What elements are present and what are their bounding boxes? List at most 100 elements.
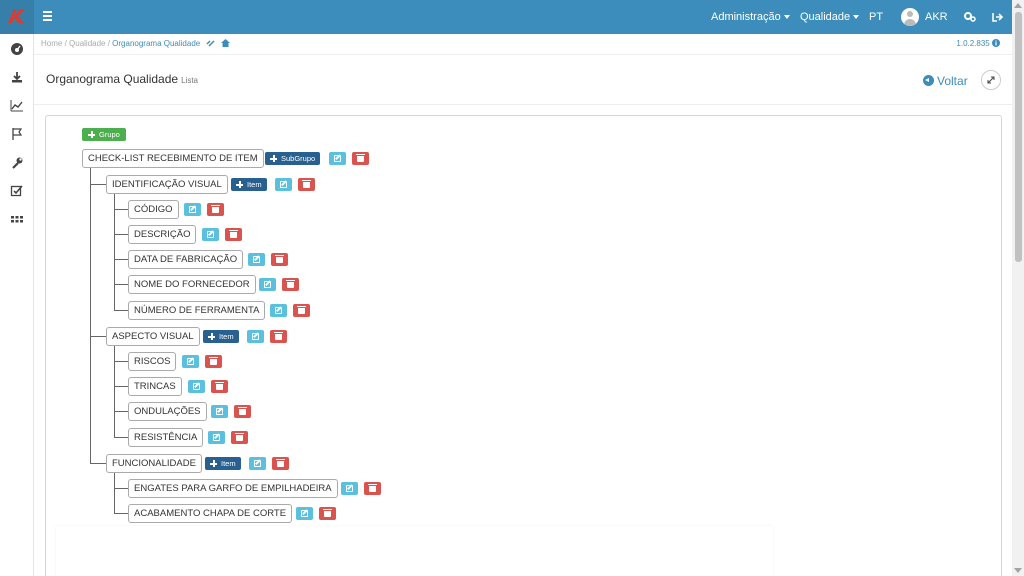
item-node[interactable]: DATA DE FABRICAÇÃO [128, 250, 244, 269]
trash-icon [368, 484, 377, 492]
add-item-button[interactable]: Item [231, 178, 267, 191]
add-item-label: Item [219, 332, 234, 341]
edit-button[interactable] [202, 228, 219, 241]
tree-connector [114, 209, 128, 210]
delete-button[interactable] [211, 380, 228, 393]
edit-button[interactable] [182, 355, 199, 368]
delete-button[interactable] [272, 457, 289, 470]
checkbox-icon[interactable] [10, 184, 24, 198]
logo-icon [8, 9, 26, 23]
page-title: Organograma Qualidade Lista [46, 72, 198, 86]
edit-button[interactable] [188, 380, 205, 393]
trash-icon [209, 357, 218, 365]
tree-connector [114, 193, 115, 310]
delete-button[interactable] [298, 178, 315, 191]
divider [34, 54, 1012, 55]
edit-button[interactable] [275, 178, 292, 191]
tree-connector [90, 184, 106, 185]
logo[interactable] [0, 0, 34, 34]
add-item-button[interactable]: Item [203, 330, 239, 343]
item-node[interactable]: TRINCAS [128, 377, 182, 396]
scroll-down-icon[interactable] [1014, 568, 1022, 573]
delete-button[interactable] [271, 253, 288, 266]
edit-button[interactable] [247, 330, 264, 343]
settings-gears-icon[interactable] [962, 0, 978, 34]
subgroup-node[interactable]: FUNCIONALIDADE [106, 454, 202, 473]
sidebar [0, 34, 34, 576]
delete-button[interactable] [225, 228, 242, 241]
edit-button[interactable] [329, 152, 346, 165]
tree-connector [114, 411, 128, 412]
line-chart-icon[interactable] [10, 99, 24, 113]
subgroup-node[interactable]: IDENTIFICAÇÃO VISUAL [106, 175, 228, 194]
scroll-up-icon[interactable] [1014, 3, 1022, 8]
edit-button[interactable] [208, 431, 225, 444]
tree-connector [114, 259, 128, 260]
download-icon[interactable] [10, 70, 24, 84]
item-node[interactable]: CÓDIGO [128, 200, 179, 219]
edit-button[interactable] [341, 482, 358, 495]
logout-icon[interactable] [990, 0, 1006, 34]
edit-button[interactable] [211, 405, 228, 418]
edit-button[interactable] [248, 253, 265, 266]
dashboard-icon[interactable] [10, 42, 24, 56]
delete-button[interactable] [352, 152, 369, 165]
link-icon[interactable] [206, 39, 215, 47]
edit-button[interactable] [270, 304, 287, 317]
back-button[interactable]: Voltar [923, 74, 968, 88]
wrench-icon[interactable] [10, 156, 24, 170]
delete-button[interactable] [364, 482, 381, 495]
edit-button[interactable] [249, 457, 266, 470]
add-group-button[interactable]: Grupo [82, 128, 126, 141]
item-node[interactable]: NÚMERO DE FERRAMENTA [128, 301, 266, 320]
add-item-label: Item [221, 459, 236, 468]
edit-icon [207, 231, 214, 238]
breadcrumb-separator: / [62, 39, 70, 48]
item-node[interactable]: ACABAMENTO CHAPA DE CORTE [128, 504, 293, 523]
edit-button[interactable] [184, 203, 201, 216]
add-item-button[interactable]: Item [205, 457, 241, 470]
root-node[interactable]: CHECK-LIST RECEBIMENTO DE ITEM [82, 149, 264, 168]
caret-down-icon [783, 15, 790, 20]
subgroup-node[interactable]: ASPECTO VISUAL [106, 327, 200, 346]
item-node[interactable]: RISCOS [128, 352, 177, 371]
item-node[interactable]: NOME DO FORNECEDOR [128, 275, 256, 294]
grid-icon[interactable] [10, 213, 24, 227]
delete-button[interactable] [207, 203, 224, 216]
delete-button[interactable] [234, 405, 251, 418]
hamburger-menu-icon[interactable] [43, 11, 52, 21]
delete-button[interactable] [231, 431, 248, 444]
menu-administracao[interactable]: Administração [711, 0, 790, 34]
edit-icon [254, 460, 261, 467]
item-node[interactable]: DESCRIÇÃO [128, 225, 197, 244]
home-icon[interactable] [220, 39, 230, 47]
scrollbar-thumb[interactable] [1015, 12, 1022, 262]
back-label: Voltar [937, 74, 968, 88]
language-selector[interactable]: PT [869, 0, 883, 34]
tree-connector [114, 472, 115, 513]
breadcrumb-qualidade[interactable]: Qualidade [69, 39, 105, 48]
edit-button[interactable] [259, 278, 276, 291]
menu-qualidade-label: Qualidade [800, 11, 851, 23]
delete-button[interactable] [319, 507, 336, 520]
delete-button[interactable] [270, 330, 287, 343]
user-name[interactable]: AKR [925, 0, 948, 34]
delete-button[interactable] [293, 304, 310, 317]
menu-qualidade[interactable]: Qualidade [800, 0, 860, 34]
delete-button[interactable] [205, 355, 222, 368]
item-node[interactable]: RESISTÊNCIA [128, 428, 204, 447]
tree-connector [114, 513, 128, 514]
info-icon[interactable] [992, 39, 1000, 47]
tree-connector [114, 386, 128, 387]
trash-icon [229, 230, 238, 238]
fullscreen-button[interactable] [981, 70, 1001, 90]
add-subgroup-button[interactable]: SubGrupo [265, 152, 321, 165]
delete-button[interactable] [282, 278, 299, 291]
flag-icon[interactable] [10, 127, 24, 141]
item-node[interactable]: ENGATES PARA GARFO DE EMPILHADEIRA [128, 479, 338, 498]
tree-connector [90, 336, 106, 337]
edit-button[interactable] [296, 507, 313, 520]
item-node[interactable]: ONDULAÇÕES [128, 402, 207, 421]
avatar[interactable] [901, 8, 919, 26]
breadcrumb-home[interactable]: Home [41, 39, 62, 48]
